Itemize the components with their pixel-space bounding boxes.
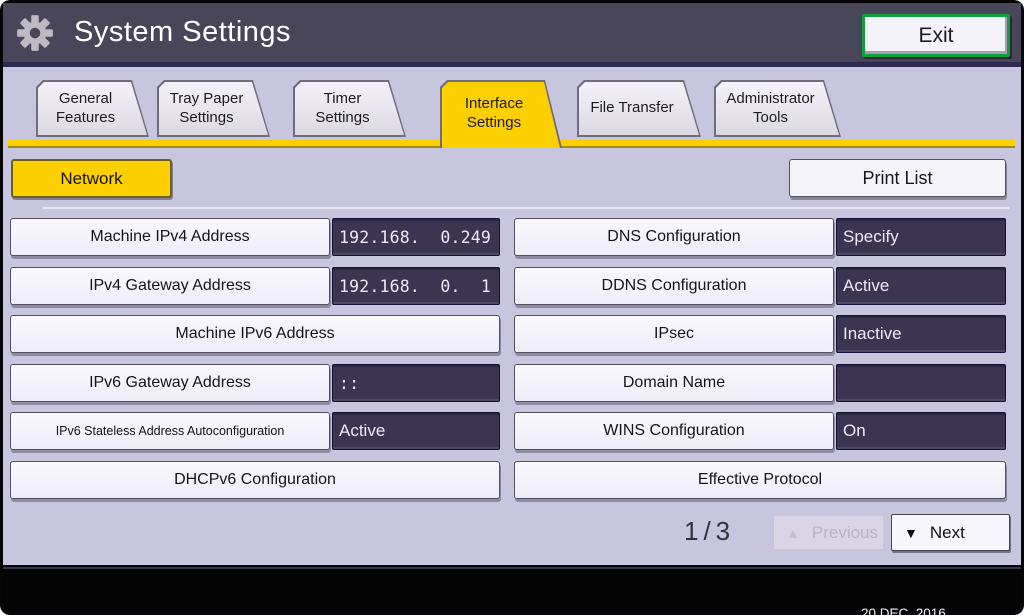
- previous-label: Previous: [812, 523, 878, 543]
- machine-ipv4-address-value: 192.168. 0.249: [332, 218, 500, 256]
- setting-row: IPsec Inactive: [514, 315, 1006, 353]
- setting-row: DNS Configuration Specify: [514, 218, 1006, 256]
- setting-row: DHCPv6 Configuration: [10, 461, 500, 499]
- status-bar: 20 DEC 2016 13:01: [3, 567, 1021, 612]
- page-indicator: 1/3: [684, 516, 735, 547]
- setting-row: DDNS Configuration Active: [514, 267, 1006, 305]
- machine-ipv6-address-button[interactable]: Machine IPv6 Address: [10, 315, 500, 353]
- setting-row: Domain Name: [514, 364, 1006, 402]
- tab-interface-settings[interactable]: Interface Settings: [440, 80, 562, 148]
- ipv4-gateway-address-button[interactable]: IPv4 Gateway Address: [10, 267, 330, 305]
- tab-timer-settings[interactable]: Timer Settings: [293, 80, 406, 137]
- gear-icon: [16, 14, 54, 52]
- ipsec-value: Inactive: [836, 315, 1006, 353]
- effective-protocol-button[interactable]: Effective Protocol: [514, 461, 1006, 499]
- setting-row: Machine IPv6 Address: [10, 315, 500, 353]
- ipv4-gateway-address-value: 192.168. 0. 1: [332, 267, 500, 305]
- setting-row: IPv4 Gateway Address 192.168. 0. 1: [10, 267, 500, 305]
- dns-configuration-value: Specify: [836, 218, 1006, 256]
- ipv6-stateless-autoconfiguration-button[interactable]: IPv6 Stateless Address Autoconfiguration: [10, 412, 330, 450]
- previous-page-button[interactable]: ▲ Previous: [772, 514, 885, 551]
- ddns-configuration-value: Active: [836, 267, 1006, 305]
- next-page-button[interactable]: ▼ Next: [891, 514, 1010, 551]
- date-text: 20 DEC 2016: [861, 606, 946, 615]
- domain-name-value: [836, 364, 1006, 402]
- exit-button[interactable]: Exit: [862, 14, 1010, 57]
- date-time-display: 20 DEC 2016 13:01: [861, 574, 946, 615]
- machine-ipv4-address-button[interactable]: Machine IPv4 Address: [10, 218, 330, 256]
- ipv6-stateless-autoconfiguration-value: Active: [332, 412, 500, 450]
- wins-configuration-value: On: [836, 412, 1006, 450]
- page-title: System Settings: [74, 16, 291, 49]
- triangle-up-icon: ▲: [786, 525, 800, 541]
- dhcpv6-configuration-button[interactable]: DHCPv6 Configuration: [10, 461, 500, 499]
- setting-row: WINS Configuration On: [514, 412, 1006, 450]
- tab-tray-paper-settings[interactable]: Tray Paper Settings: [157, 80, 270, 137]
- ipv6-gateway-address-value: ::: [332, 364, 500, 402]
- setting-row: Effective Protocol: [514, 461, 1006, 499]
- triangle-down-icon: ▼: [904, 525, 918, 541]
- print-list-button[interactable]: Print List: [789, 159, 1006, 197]
- tab-general-features[interactable]: General Features: [36, 80, 149, 137]
- ipv6-gateway-address-button[interactable]: IPv6 Gateway Address: [10, 364, 330, 402]
- device-screen: System Settings Exit General Features Tr…: [0, 0, 1024, 615]
- setting-row: Machine IPv4 Address 192.168. 0.249: [10, 218, 500, 256]
- setting-row: IPv6 Gateway Address ::: [10, 364, 500, 402]
- tab-file-transfer[interactable]: File Transfer: [577, 80, 701, 137]
- tab-administrator-tools[interactable]: Administrator Tools: [714, 80, 841, 137]
- content-area: General Features Tray Paper Settings Tim…: [3, 67, 1021, 565]
- domain-name-button[interactable]: Domain Name: [514, 364, 834, 402]
- next-label: Next: [930, 523, 965, 543]
- toolbar-separator: [43, 207, 1009, 209]
- network-button[interactable]: Network: [11, 159, 172, 198]
- dns-configuration-button[interactable]: DNS Configuration: [514, 218, 834, 256]
- ddns-configuration-button[interactable]: DDNS Configuration: [514, 267, 834, 305]
- setting-row: IPv6 Stateless Address Autoconfiguration…: [10, 412, 500, 450]
- wins-configuration-button[interactable]: WINS Configuration: [514, 412, 834, 450]
- ipsec-button[interactable]: IPsec: [514, 315, 834, 353]
